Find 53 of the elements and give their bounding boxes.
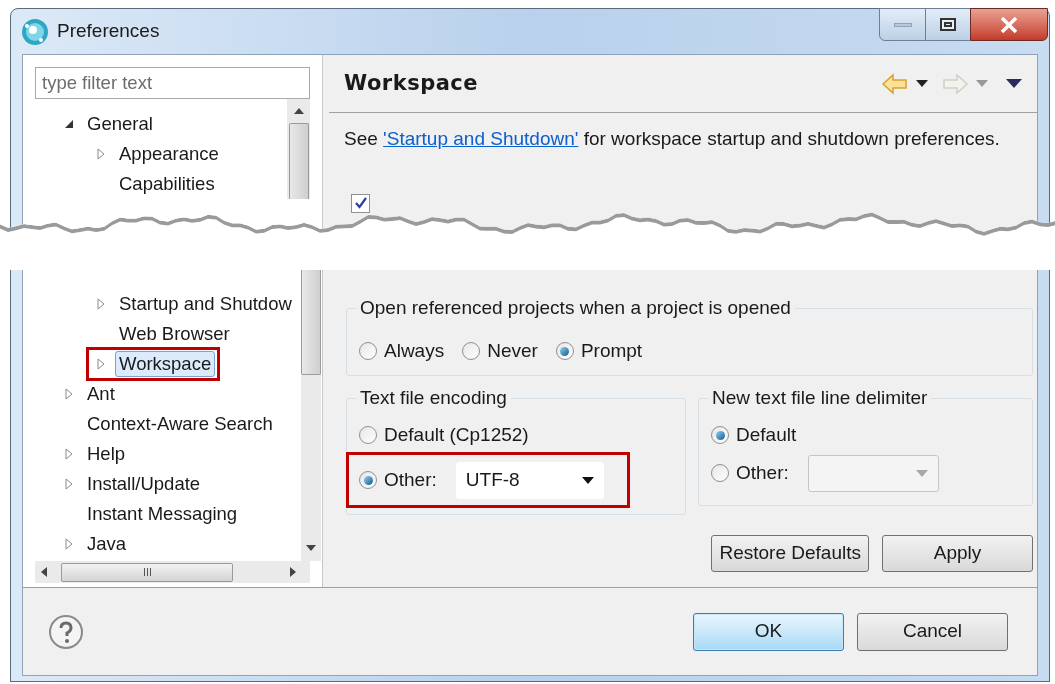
scroll-up-icon[interactable] xyxy=(293,108,304,114)
scrollbar-track[interactable] xyxy=(300,270,321,561)
intro-text: See 'Startup and Shutdown' for workspace startup and shutdown preferences. xyxy=(344,127,1001,151)
radio-label: Never xyxy=(487,338,538,363)
radio-label: Default xyxy=(736,422,797,447)
radio-label: Default (Cp1252) xyxy=(384,422,529,447)
radio-button[interactable] xyxy=(359,342,377,360)
scrollbar-thumb[interactable] xyxy=(288,123,309,199)
dropdown-caret-icon[interactable] xyxy=(916,80,928,87)
collapsed-arrow-icon[interactable] xyxy=(63,388,75,400)
window-title: Preferences xyxy=(57,19,160,44)
radio-label: Prompt xyxy=(580,338,643,363)
radio-label: Other: xyxy=(384,467,437,492)
maximize-button[interactable] xyxy=(926,8,970,41)
radio-button[interactable] xyxy=(359,426,377,444)
radio-button[interactable] xyxy=(359,471,377,489)
filter-field[interactable]: type filter text xyxy=(35,67,310,99)
app-icon xyxy=(21,17,49,46)
horizontal-scrollbar[interactable] xyxy=(35,561,310,583)
back-arrow-icon[interactable] xyxy=(882,72,908,95)
ok-button[interactable]: OK xyxy=(693,612,844,651)
collapsed-arrow-icon[interactable] xyxy=(95,298,107,310)
dropdown-caret-icon xyxy=(581,476,594,484)
radio-label: Always xyxy=(384,338,445,363)
collapsed-arrow-icon[interactable] xyxy=(95,358,107,370)
collapsed-arrow-icon[interactable] xyxy=(95,148,107,160)
help-icon[interactable] xyxy=(48,613,84,650)
radio-label: Other: xyxy=(736,460,789,485)
scrollbar-thumb[interactable] xyxy=(300,270,321,375)
radio-button[interactable] xyxy=(462,342,481,360)
close-button[interactable] xyxy=(970,8,1048,41)
collapsed-arrow-icon[interactable] xyxy=(63,478,75,490)
apply-button[interactable]: Apply xyxy=(882,535,1033,572)
cancel-button[interactable]: Cancel xyxy=(857,612,1008,651)
link[interactable]: 'Startup and Shutdown' xyxy=(383,128,579,149)
checkbox[interactable] xyxy=(351,193,370,213)
dropdown-caret-icon xyxy=(915,469,928,477)
scroll-down-icon[interactable] xyxy=(305,545,316,551)
view-menu-icon[interactable] xyxy=(1006,79,1022,88)
dropdown[interactable]: UTF-8 xyxy=(455,461,604,499)
expanded-arrow-icon[interactable] xyxy=(63,118,75,130)
page-title: Workspace xyxy=(344,69,479,97)
scrollbar-thumb[interactable] xyxy=(61,562,233,582)
radio-button[interactable] xyxy=(555,342,574,360)
collapsed-arrow-icon[interactable] xyxy=(63,538,75,550)
scroll-left-icon[interactable] xyxy=(41,567,47,577)
restore-defaults-button[interactable]: Restore Defaults xyxy=(711,535,869,572)
scrollbar-track[interactable] xyxy=(287,99,310,199)
scroll-right-icon[interactable] xyxy=(290,567,296,577)
collapsed-arrow-icon[interactable] xyxy=(63,448,75,460)
radio-button[interactable] xyxy=(711,426,729,444)
close-icon xyxy=(1000,16,1018,33)
tree-item[interactable]: Workspace xyxy=(86,347,221,381)
